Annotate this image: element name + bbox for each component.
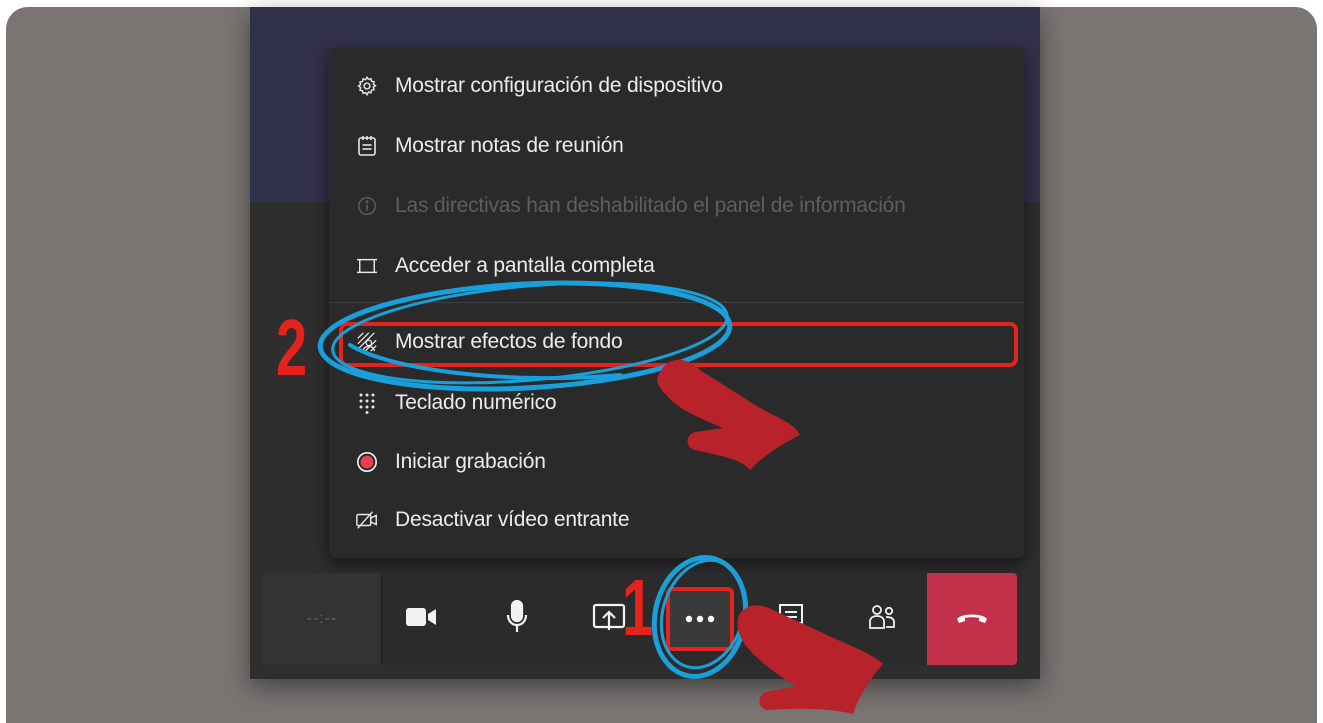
pointing-hand-icon — [657, 359, 800, 470]
annotation-overlay — [317, 280, 883, 714]
pointing-hand-icon — [737, 605, 883, 714]
